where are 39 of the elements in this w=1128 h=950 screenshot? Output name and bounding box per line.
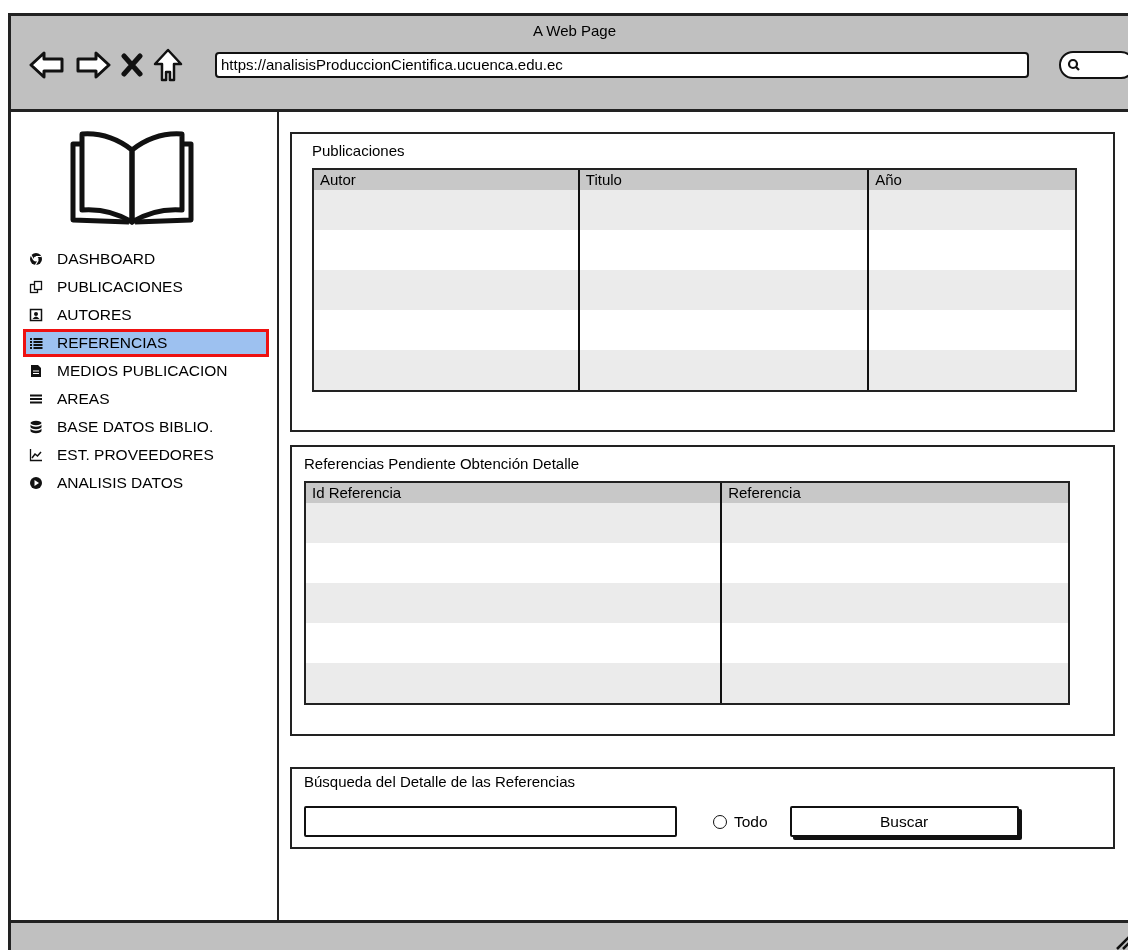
column-header: Referencia — [722, 483, 1068, 503]
open-book-icon — [69, 130, 195, 225]
back-arrow-icon[interactable] — [29, 50, 65, 80]
copy-icon — [29, 280, 43, 294]
nav-item[interactable]: BASE DATOS BIBLIO. — [23, 413, 269, 441]
nav-item[interactable]: AUTORES — [23, 301, 269, 329]
database-icon — [29, 420, 43, 434]
nav-item[interactable]: REFERENCIAS — [23, 329, 269, 357]
home-icon[interactable] — [153, 48, 183, 82]
search-icon — [1067, 58, 1081, 72]
column-header: Id Referencia — [306, 483, 721, 503]
panel-title: Publicaciones — [312, 142, 406, 161]
address-field[interactable]: https://analisisProduccionCientifica.ucuenca.edu.ec — [215, 52, 1029, 78]
list-icon — [29, 336, 43, 350]
window-title: A Web Page — [532, 22, 617, 41]
nav-item[interactable]: AREAS — [23, 385, 269, 413]
nav-item[interactable]: DASHBOARD — [23, 245, 269, 273]
aperture-icon — [29, 252, 43, 266]
search-field[interactable] — [1059, 51, 1128, 79]
close-icon[interactable] — [121, 53, 143, 77]
radio-option[interactable]: Todo — [713, 812, 768, 831]
nav-item[interactable]: ANALISIS DATOS — [23, 469, 269, 497]
menu-icon — [29, 392, 43, 406]
column-header: Autor — [314, 170, 578, 190]
panel-title: Referencias Pendiente Obtención Detalle — [304, 455, 581, 474]
document-icon — [29, 364, 43, 378]
search-input[interactable] — [304, 806, 677, 837]
line-chart-icon — [29, 448, 43, 462]
nav-item[interactable]: EST. PROVEEDORES — [23, 441, 269, 469]
forward-arrow-icon[interactable] — [75, 50, 111, 80]
resize-grip-icon[interactable] — [1114, 934, 1128, 950]
play-icon — [29, 476, 43, 490]
contact-card-icon — [29, 308, 43, 322]
nav-item[interactable]: MEDIOS PUBLICACION — [23, 357, 269, 385]
panel-title: Búsqueda del Detalle de las Referencias — [304, 773, 576, 792]
search-button[interactable]: Buscar — [789, 806, 1019, 837]
nav-item[interactable]: PUBLICACIONES — [23, 273, 269, 301]
column-header: Año — [869, 170, 1075, 190]
column-header: Titulo — [579, 170, 868, 190]
